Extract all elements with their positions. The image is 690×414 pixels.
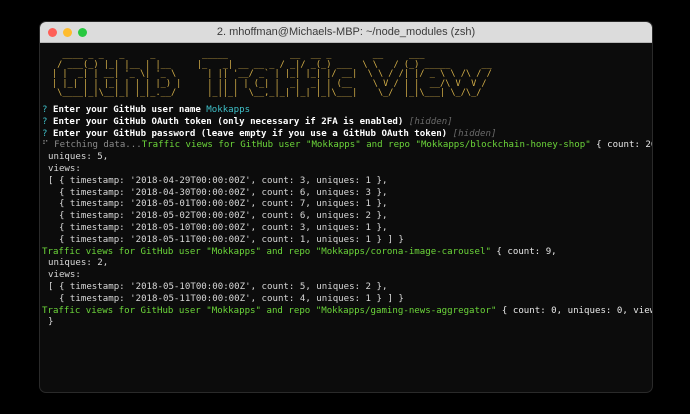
minimize-button[interactable] (63, 27, 72, 37)
output-repo3-header: Traffic views for GitHub user "Mokkapps"… (40, 306, 652, 318)
zoom-button[interactable] (78, 27, 87, 37)
prompt-label: Enter your GitHub user name (52, 104, 201, 115)
prompt-answer: Mokkapps (206, 104, 251, 115)
view-row: { timestamp: '2018-04-30T00:00:00Z', cou… (48, 187, 388, 198)
spinner-text: ⠋ Fetching data... (42, 140, 142, 151)
view-row: { timestamp: '2018-05-11T00:00:00Z', cou… (48, 234, 404, 245)
prompt-label: Enter your GitHub OAuth token (only nece… (52, 116, 404, 127)
output-line: uniques: 2, (48, 258, 109, 269)
output-line: views: (48, 163, 81, 174)
repo-count: { count: 0, uniques: 0, views: [] (501, 305, 652, 316)
repo-header: Traffic views for GitHub user "Mokkapps"… (42, 246, 491, 257)
view-row: { timestamp: '2018-05-10T00:00:00Z', cou… (48, 222, 388, 233)
close-button[interactable] (48, 27, 57, 37)
banner-line: \____|_|\__|_| |_|_.__/ |_||_| \__,_|_| … (52, 88, 482, 99)
view-row: { timestamp: '2018-05-01T00:00:00Z', cou… (48, 199, 388, 210)
repo-header: Traffic views for GitHub user "Mokkapps"… (141, 140, 591, 151)
prompt-username: ? Enter your GitHub user name Mokkapps (40, 105, 652, 117)
terminal-content[interactable]: ____ _ _ _ _ _____ __ __ _ __ ___ / ___(… (40, 43, 652, 329)
ascii-banner: ____ _ _ _ _ _____ __ __ _ __ ___ / ___(… (52, 50, 652, 99)
repo-header: Traffic views for GitHub user "Mokkapps"… (42, 305, 497, 316)
question-mark-icon: ? (42, 104, 48, 115)
terminal-window: 2. mhoffman@Michaels-MBP: ~/node_modules… (40, 22, 652, 392)
output-repo2-header: Traffic views for GitHub user "Mokkapps"… (40, 247, 652, 259)
prompt-hidden-hint: [hidden] (408, 116, 453, 127)
prompt-label: Enter your GitHub password (leave empty … (52, 128, 448, 139)
view-row: [ { timestamp: '2018-04-29T00:00:00Z', c… (48, 175, 388, 186)
view-row: [ { timestamp: '2018-05-10T00:00:00Z', c… (48, 281, 388, 292)
repo-count: { count: 9, (490, 246, 557, 257)
question-mark-icon: ? (42, 116, 48, 127)
output-line: views: (48, 270, 81, 281)
repo-count: { count: 26, (596, 140, 652, 151)
question-mark-icon: ? (42, 128, 48, 139)
output-repo1-header: ⠋ Fetching data...Traffic views for GitH… (40, 140, 652, 152)
output-line: uniques: 5, (48, 152, 109, 163)
prompt-token: ? Enter your GitHub OAuth token (only ne… (40, 117, 652, 129)
prompt-hidden-hint: [hidden] (452, 128, 497, 139)
prompt-password: ? Enter your GitHub password (leave empt… (40, 129, 652, 141)
title-bar: 2. mhoffman@Michaels-MBP: ~/node_modules… (40, 22, 652, 43)
view-row: { timestamp: '2018-05-11T00:00:00Z', cou… (48, 293, 404, 304)
output-line: } (48, 317, 54, 328)
view-row: { timestamp: '2018-05-02T00:00:00Z', cou… (48, 211, 388, 222)
window-title: 2. mhoffman@Michaels-MBP: ~/node_modules… (216, 26, 476, 38)
